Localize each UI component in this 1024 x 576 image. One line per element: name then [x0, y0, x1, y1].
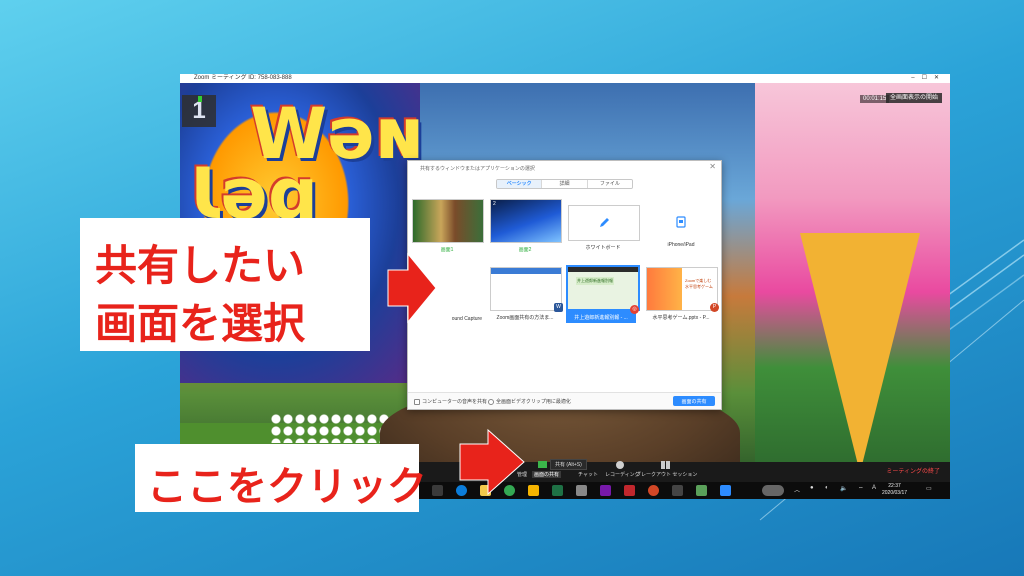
callout-line-1: 共有したい	[95, 241, 306, 290]
app-switcher-icon[interactable]	[762, 485, 784, 496]
breakout-button[interactable]: ブレークアウト セッション	[636, 471, 697, 478]
share-item-label: iPhone/iPad	[667, 242, 695, 248]
window-controls[interactable]: ‒☐✕	[911, 74, 946, 83]
window-titlebar: Zoom ミーティング ID: 758-083-888 ‒☐✕	[180, 74, 950, 83]
share-screen-button[interactable]: 画面の共有	[532, 471, 562, 478]
share-item-powerpoint[interactable]: Zoomで楽しむ水平思考ゲーム 水平思考ゲーム.pptx - P... P	[646, 267, 719, 321]
tray-app-icon[interactable]: ●	[810, 485, 814, 491]
dialog-close-button[interactable]: ✕	[709, 162, 716, 171]
tab-advanced[interactable]: 詳細	[542, 180, 588, 188]
excel-icon[interactable]	[552, 485, 563, 496]
store-icon[interactable]	[696, 485, 707, 496]
ime-indicator[interactable]: A	[872, 485, 876, 491]
iphone-thumbnail	[646, 205, 716, 239]
chrome-app-icon: ◎	[630, 305, 639, 314]
share-item-screen2[interactable]: 2 画面2	[490, 199, 562, 253]
fullscreen-button[interactable]: 全画面表示の開始	[886, 93, 943, 103]
file-explorer-icon[interactable]	[432, 485, 443, 496]
party-cone-art	[800, 233, 920, 471]
slide-thumbnail: Zoomで楽しむ水平思考ゲーム	[646, 267, 718, 311]
clock-date: 2020/03/17	[882, 490, 908, 496]
notification-icon[interactable]: ▭	[926, 485, 932, 492]
share-item-whiteboard[interactable]: ホワイトボード	[568, 205, 640, 251]
zoom-icon[interactable]	[720, 485, 731, 496]
optimize-video-checkbox[interactable]: 全画面ビデオクリップ用に最適化	[488, 398, 571, 405]
share-tooltip: 共有 (Alt+S)	[550, 459, 587, 470]
tray-network-icon[interactable]: ◐	[825, 485, 829, 491]
tray-chevron-icon[interactable]: ︿	[794, 485, 800, 494]
dialog-title: 共有するウィンドウまたはアプリケーションの選択	[420, 166, 535, 172]
dialog-tabs: ベーシック 詳細 ファイル	[496, 179, 633, 189]
screen2-thumbnail: 2	[490, 199, 562, 243]
powerpoint-app-icon: P	[710, 303, 719, 312]
arrow-right-icon	[387, 252, 437, 324]
share-screen-icon	[538, 461, 547, 468]
volume-icon[interactable]: 🔈	[840, 485, 847, 492]
share-button[interactable]: 画面の共有	[673, 396, 715, 406]
share-screen-dialog: 共有するウィンドウまたはアプリケーションの選択 ✕ ベーシック 詳細 ファイル …	[407, 160, 722, 410]
selected-page-thumbnail: 井上遊郎新進報別報	[566, 265, 640, 311]
share-item-label: 画面2	[518, 247, 532, 253]
screen1-thumbnail	[412, 199, 484, 243]
window-title: Zoom ミーティング ID: 758-083-888	[194, 75, 292, 81]
browser-thumbnail	[490, 267, 562, 311]
share-item-screen1[interactable]: 画面1	[412, 199, 484, 253]
elapsed-time: 00:01:15	[860, 95, 890, 103]
end-meeting-button[interactable]: ミーティングの終了	[886, 466, 940, 475]
flowers-area	[270, 413, 390, 443]
share-item-zoom-guide[interactable]: Zoom画面共有の方法ま... W	[490, 267, 563, 321]
record-icon	[616, 461, 624, 469]
record-button[interactable]: レコーディング	[605, 471, 640, 478]
checkbox-label: 全画面ビデオクリップ用に最適化	[496, 399, 571, 405]
taskbar-clock[interactable]: 22:37 2020/03/17	[882, 483, 907, 497]
share-item-iphone[interactable]: iPhone/iPad	[646, 205, 716, 248]
checkbox-label: コンピューターの音声を共有	[422, 399, 488, 405]
callout-select-screen: 共有したい 画面を選択	[80, 218, 370, 351]
share-item-label: 水平思考ゲーム.pptx - P...	[652, 315, 710, 321]
arrow-right-icon-2	[459, 428, 525, 496]
slide-title: Zoomで楽しむ水平思考ゲーム	[685, 278, 713, 289]
word-app-icon: W	[554, 303, 563, 312]
device-icon	[676, 216, 686, 228]
share-item-label: 井上遊郎新進報別報 - ...	[574, 315, 628, 321]
media-player-icon[interactable]	[624, 485, 635, 496]
checkbox-box	[414, 398, 420, 405]
wifi-icon[interactable]: ⌔	[858, 485, 864, 493]
sticky-notes-icon[interactable]	[528, 485, 539, 496]
onenote-icon[interactable]	[600, 485, 611, 496]
callout-line-2: 画面を選択	[95, 299, 306, 348]
signal-icon	[198, 96, 202, 102]
pen-icon	[600, 218, 609, 227]
breakout-icon	[661, 461, 670, 469]
share-sound-checkbox[interactable]: コンピューターの音声を共有	[414, 398, 487, 405]
tab-files[interactable]: ファイル	[587, 180, 632, 188]
snipping-tool-icon[interactable]	[576, 485, 587, 496]
dialog-footer: コンピューターの音声を共有 全画面ビデオクリップ用に最適化 画面の共有	[408, 392, 721, 409]
chat-button[interactable]: チャット	[578, 471, 598, 478]
checkbox-box	[488, 398, 494, 405]
camera-icon[interactable]	[672, 485, 683, 496]
share-item-selected-page[interactable]: 井上遊郎新進報別報 井上遊郎新進報別報 - ... ◎	[566, 265, 640, 323]
powerpoint-icon[interactable]	[648, 485, 659, 496]
clock-time: 22:37	[888, 483, 901, 489]
screen-number: 2	[493, 201, 496, 207]
whiteboard-thumbnail	[568, 205, 640, 241]
callout-click-here: ここをクリック	[135, 444, 427, 512]
share-item-label: ホワイトボード	[585, 245, 621, 251]
share-item-label: Zoom画面共有の方法ま...	[496, 315, 554, 321]
tab-basic[interactable]: ベーシック	[497, 180, 543, 188]
page-banner: 井上遊郎新進報別報	[576, 277, 614, 285]
callout-click-text: ここをクリック	[147, 464, 427, 510]
